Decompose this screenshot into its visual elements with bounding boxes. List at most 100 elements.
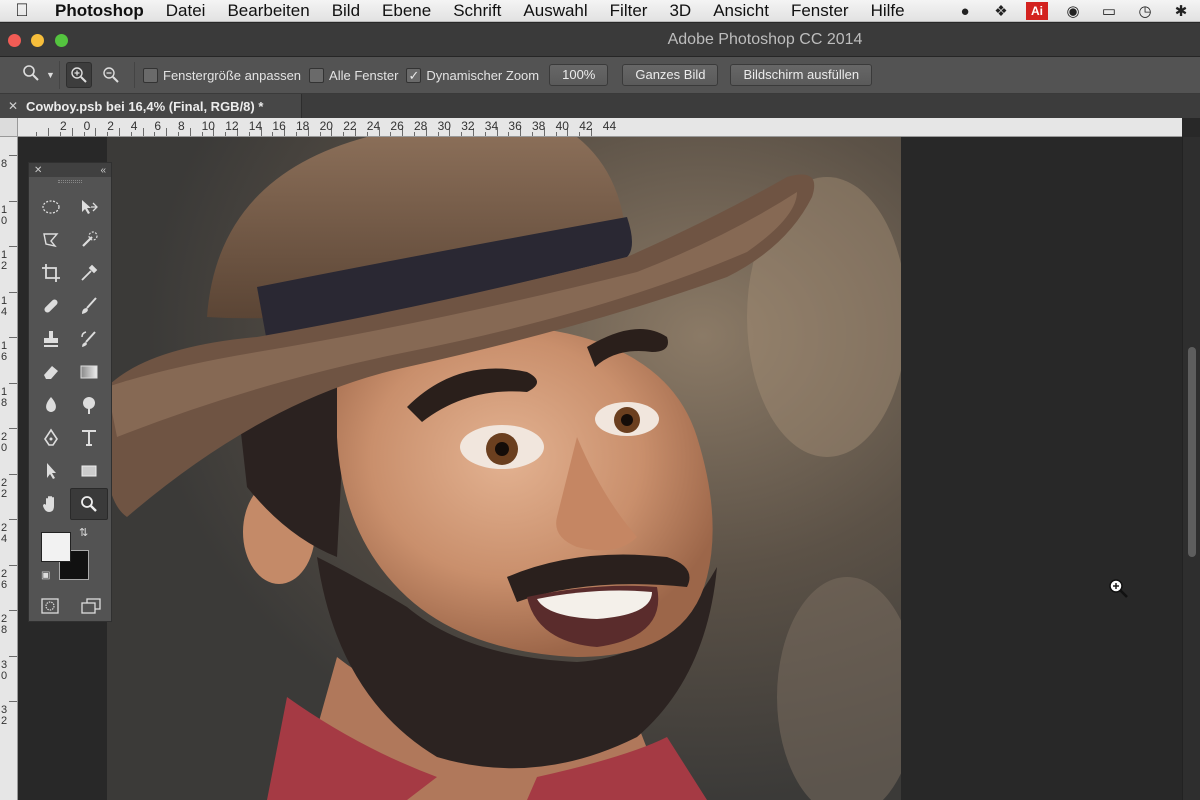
menu-item-ansicht[interactable]: Ansicht bbox=[702, 0, 780, 22]
rectangle-tool[interactable] bbox=[70, 455, 108, 487]
menu-item-filter[interactable]: Filter bbox=[599, 0, 659, 22]
zoom-100-button[interactable]: 100% bbox=[549, 64, 609, 86]
horizontal-ruler[interactable]: 2 0 2 4 6 8 10 12 14 16 18 20 22 24 26 28 30 32 34 36 38 40 42… bbox=[18, 118, 1182, 137]
tools-panel-header[interactable]: ✕ « bbox=[29, 163, 111, 177]
ruler-origin[interactable] bbox=[0, 118, 18, 137]
ruler-tick bbox=[9, 200, 17, 202]
eyedropper-tool[interactable] bbox=[70, 257, 108, 289]
move-tool[interactable] bbox=[70, 191, 108, 223]
zoom-tool[interactable] bbox=[70, 488, 108, 520]
ruler-tick bbox=[9, 337, 17, 338]
all-windows-checkbox[interactable]: Alle Fenster bbox=[309, 67, 398, 83]
menu-item-photoshop[interactable]: Photoshop bbox=[44, 0, 155, 22]
ruler-tick bbox=[9, 246, 17, 247]
adobe-icon[interactable]: Ai bbox=[1026, 2, 1048, 20]
bluetooth-icon[interactable]: ✱ bbox=[1170, 2, 1192, 20]
ruler-label: 6 bbox=[154, 119, 162, 133]
canvas-image[interactable] bbox=[107, 137, 901, 800]
crop-tool[interactable] bbox=[32, 257, 70, 289]
menu-item-bearbeiten[interactable]: Bearbeiten bbox=[216, 0, 320, 22]
vertical-ruler[interactable]: 8 1 0 1 2 1 4 1 6 1 8 2 0 2 2 2 4 2 6 2 8 3 0 3 2 bbox=[0, 137, 18, 800]
arrow-icon bbox=[47, 463, 56, 479]
fill-screen-button[interactable]: Bildschirm ausfüllen bbox=[730, 64, 873, 86]
apple-icon[interactable]:  bbox=[0, 0, 44, 21]
ruler-label: 1 2 bbox=[1, 249, 8, 272]
dodge-tool[interactable] bbox=[70, 389, 108, 421]
fit-window-checkbox[interactable]: Fenstergröße anpassen bbox=[143, 67, 301, 83]
menu-item-schrift[interactable]: Schrift bbox=[442, 0, 512, 22]
gradient-tool[interactable] bbox=[70, 356, 108, 388]
ruler-label: 2 4 bbox=[1, 522, 8, 545]
close-tab-icon[interactable]: ✕ bbox=[0, 99, 26, 113]
marquee-icon bbox=[42, 200, 60, 214]
elliptical-marquee-tool[interactable] bbox=[32, 191, 70, 223]
menu-item-3d[interactable]: 3D bbox=[658, 0, 702, 22]
quick-selection-tool[interactable] bbox=[70, 224, 108, 256]
eraser-tool[interactable] bbox=[32, 356, 70, 388]
screen-mode-button[interactable] bbox=[79, 596, 103, 616]
ruler-label: 2 bbox=[60, 119, 67, 133]
hand-tool[interactable] bbox=[32, 488, 70, 520]
default-colors-icon[interactable]: ▣ bbox=[41, 570, 50, 581]
ruler-label: 2 8 bbox=[1, 613, 8, 636]
menu-item-ebene[interactable]: Ebene bbox=[371, 0, 442, 22]
lasso-tool[interactable] bbox=[32, 224, 70, 256]
time-machine-icon[interactable]: ◷ bbox=[1134, 2, 1156, 20]
ruler-tick bbox=[9, 564, 17, 566]
clone-stamp-tool[interactable] bbox=[32, 323, 70, 355]
tool-preset-picker[interactable]: ▼ bbox=[8, 61, 60, 89]
document-tab[interactable]: ✕ Cowboy.psb bei 16,4% (Final, RGB/8) * bbox=[0, 94, 302, 118]
history-brush-tool[interactable] bbox=[70, 323, 108, 355]
menu-item-auswahl[interactable]: Auswahl bbox=[512, 0, 598, 22]
mode-buttons bbox=[29, 596, 111, 616]
healing-brush-tool[interactable] bbox=[32, 290, 70, 322]
swap-colors-icon[interactable]: ⇅ bbox=[79, 526, 88, 539]
ruler-tick bbox=[189, 128, 191, 136]
ruler-tick bbox=[36, 132, 38, 136]
checkbox-box[interactable] bbox=[309, 67, 325, 83]
music-icon[interactable]: ◉ bbox=[1062, 2, 1084, 20]
ruler-tick bbox=[142, 128, 144, 136]
zoom-in-button[interactable] bbox=[66, 62, 92, 88]
stamp-icon bbox=[44, 331, 58, 347]
ruler-label: 18 bbox=[296, 119, 310, 133]
panel-grip[interactable] bbox=[29, 177, 111, 185]
ruler-label: 42 bbox=[579, 119, 593, 133]
dropbox-icon[interactable]: ❖ bbox=[990, 2, 1012, 20]
ruler-tick bbox=[48, 128, 50, 136]
brush-tool[interactable] bbox=[70, 290, 108, 322]
gradient-icon bbox=[80, 365, 98, 379]
menu-item-hilfe[interactable]: Hilfe bbox=[860, 0, 916, 22]
type-tool[interactable] bbox=[70, 422, 108, 454]
history-brush-icon bbox=[81, 331, 96, 347]
window-title-bar: Adobe Photoshop CC 2014 bbox=[0, 23, 1200, 57]
checkmark-icon[interactable]: ✓ bbox=[406, 67, 422, 83]
screen-mode-icon bbox=[80, 598, 101, 614]
pen-tool[interactable] bbox=[32, 422, 70, 454]
vertical-scrollbar[interactable] bbox=[1182, 137, 1200, 800]
menu-item-fenster[interactable]: Fenster bbox=[780, 0, 860, 22]
quick-selection-icon bbox=[82, 231, 98, 247]
airplay-icon[interactable]: ▭ bbox=[1098, 2, 1120, 20]
tools-panel: ✕ « ⇅ ▣ bbox=[28, 162, 112, 622]
quick-mask-button[interactable] bbox=[38, 596, 62, 616]
fit-screen-button[interactable]: Ganzes Bild bbox=[622, 64, 719, 86]
ruler-label: 0 bbox=[83, 119, 91, 133]
brush-icon bbox=[82, 297, 97, 314]
menu-item-bild[interactable]: Bild bbox=[321, 0, 371, 22]
zoom-out-button[interactable] bbox=[98, 62, 124, 88]
ruler-label: 10 bbox=[201, 119, 215, 133]
ruler-label: 44 bbox=[602, 119, 617, 133]
collapse-panel-icon[interactable]: « bbox=[100, 165, 106, 176]
path-selection-tool[interactable] bbox=[32, 455, 70, 487]
ruler-tick bbox=[9, 519, 17, 520]
foreground-color-swatch[interactable] bbox=[41, 532, 71, 562]
scrollbar-thumb[interactable] bbox=[1188, 347, 1196, 557]
blur-tool[interactable] bbox=[32, 389, 70, 421]
scrubby-zoom-checkbox[interactable]: ✓ Dynamischer Zoom bbox=[406, 67, 539, 83]
evernote-icon[interactable]: ● bbox=[954, 3, 976, 20]
ruler-tick bbox=[9, 610, 17, 611]
close-panel-icon[interactable]: ✕ bbox=[34, 165, 42, 176]
checkbox-box[interactable] bbox=[143, 67, 158, 83]
menu-item-datei[interactable]: Datei bbox=[155, 0, 217, 22]
